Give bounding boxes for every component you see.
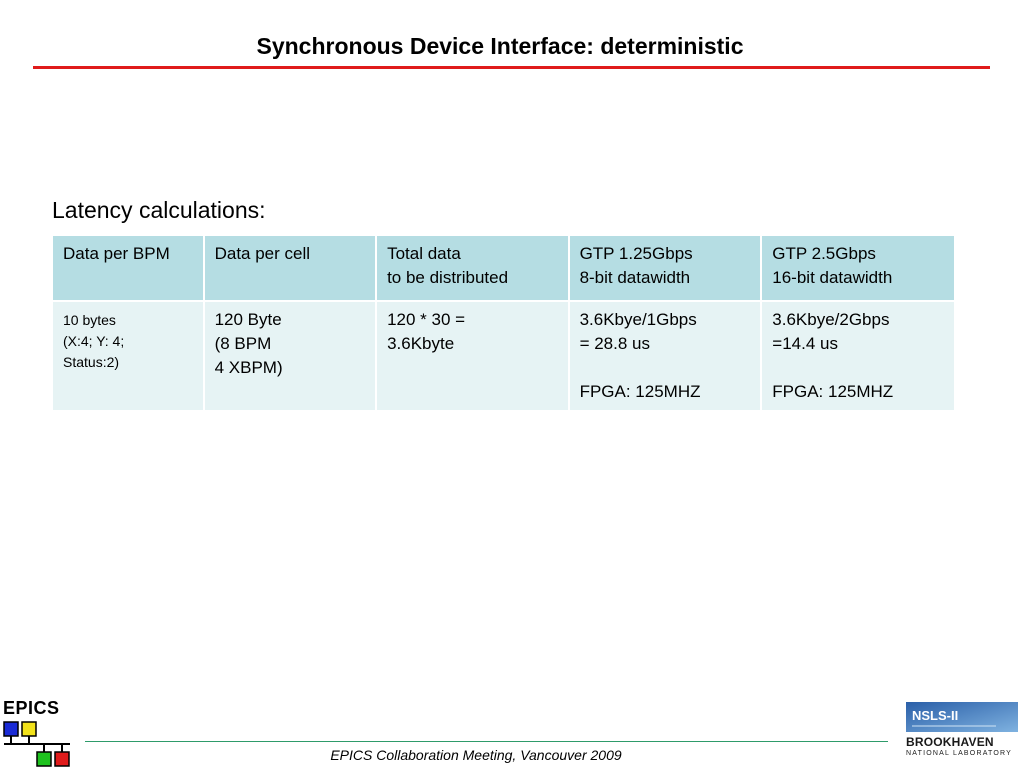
cell-total-data: 120 * 30 = 3.6Kbyte — [375, 300, 570, 412]
cell-data-per-cell: 120 Byte (8 BPM 4 XBPM) — [202, 300, 378, 412]
footer-text: EPICS Collaboration Meeting, Vancouver 2… — [330, 747, 622, 763]
header-data-per-bpm: Data per BPM — [51, 234, 205, 302]
cell-gtp-2-5: 3.6Kbye/2Gbps =14.4 us FPGA: 125MHZ — [760, 300, 956, 412]
latency-table: Data per BPM Data per cell Total data to… — [51, 234, 956, 412]
header-gtp-2-5: GTP 2.5Gbps 16-bit datawidth — [760, 234, 956, 302]
table-header-row: Data per BPM Data per cell Total data to… — [51, 234, 956, 302]
footer-divider — [85, 741, 888, 742]
nsls-ii-logo-icon: NSLS-II — [906, 702, 1018, 732]
table-row: 10 bytes (X:4; Y: 4; Status:2) 120 Byte … — [51, 300, 956, 412]
brookhaven-logo: NSLS-II BROOKHAVEN NATIONAL LABORATORY — [902, 702, 1022, 766]
brookhaven-name: BROOKHAVEN — [906, 735, 994, 749]
slide: Synchronous Device Interface: determinis… — [0, 0, 1024, 768]
cell-gtp-1-25: 3.6Kbye/1Gbps = 28.8 us FPGA: 125MHZ — [567, 300, 763, 412]
svg-text:NSLS-II: NSLS-II — [912, 708, 958, 723]
brookhaven-subtitle: NATIONAL LABORATORY — [906, 750, 1013, 757]
slide-title: Synchronous Device Interface: determinis… — [256, 33, 744, 59]
section-heading: Latency calculations: — [52, 197, 266, 223]
header-data-per-cell: Data per cell — [202, 234, 378, 302]
header-gtp-1-25: GTP 1.25Gbps 8-bit datawidth — [567, 234, 763, 302]
header-total-data: Total data to be distributed — [375, 234, 570, 302]
title-divider — [33, 66, 990, 69]
cell-data-per-bpm: 10 bytes (X:4; Y: 4; Status:2) — [51, 300, 205, 412]
